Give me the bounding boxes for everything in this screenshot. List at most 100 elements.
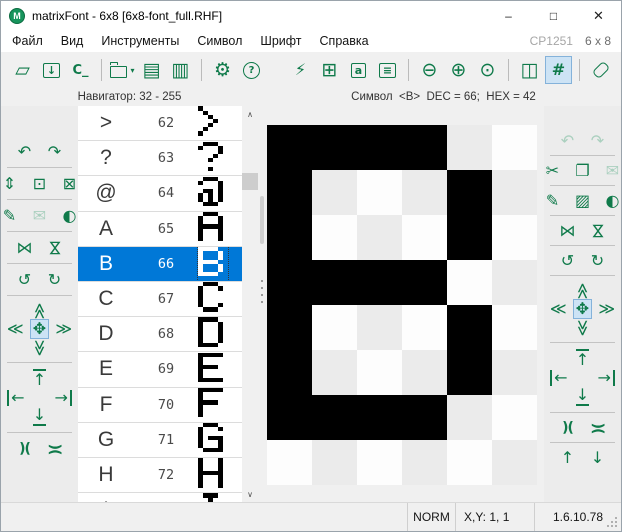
zoom-in-button[interactable]: ⊕: [446, 57, 471, 83]
pixel-cell[interactable]: [447, 170, 492, 215]
pixel-cell[interactable]: [357, 395, 402, 440]
pixel-cell[interactable]: [492, 350, 537, 395]
glyph-flip-vertical-button[interactable]: ⋈: [589, 222, 606, 239]
glyph-invert-button[interactable]: ◐: [604, 192, 621, 209]
glyph-shift-right-button[interactable]: ≫: [598, 301, 615, 318]
pixel-cell[interactable]: [492, 395, 537, 440]
rotate-cw-button[interactable]: ↻: [46, 271, 63, 288]
scrollbar-track[interactable]: [242, 122, 258, 486]
pixel-cell[interactable]: [447, 350, 492, 395]
pixel-cell[interactable]: [312, 395, 357, 440]
center-horizontal-button[interactable]: )(: [16, 440, 33, 457]
pixel-cell[interactable]: [312, 440, 357, 485]
actions-button[interactable]: ⚡: [288, 57, 313, 83]
pixel-cell[interactable]: [357, 170, 402, 215]
glyph-row-71[interactable]: G71: [78, 423, 242, 458]
pixel-cell[interactable]: [447, 440, 492, 485]
glyph-map-button[interactable]: ⊞: [317, 57, 342, 83]
menu-item-3[interactable]: Символ: [188, 34, 251, 48]
menu-item-0[interactable]: Файл: [1, 34, 52, 48]
pixel-cell[interactable]: [357, 125, 402, 170]
glyph-rotate-ccw-button[interactable]: ↺: [559, 252, 576, 269]
open-font-button[interactable]: ▾: [110, 57, 135, 83]
pixel-cell[interactable]: [267, 305, 312, 350]
splitter-grip[interactable]: [260, 196, 264, 244]
undo-button[interactable]: ↶: [16, 143, 33, 160]
glyph-row-65[interactable]: A65: [78, 212, 242, 247]
flip-horizontal-button[interactable]: ⋈: [16, 239, 33, 256]
import-font-button[interactable]: ↓: [39, 57, 64, 83]
pixel-cell[interactable]: [357, 350, 402, 395]
pixel-cell[interactable]: [312, 260, 357, 305]
crop-button[interactable]: ⊡: [31, 175, 48, 192]
import-image-button[interactable]: ▨: [574, 192, 591, 209]
pixel-cell[interactable]: [357, 260, 402, 305]
glyph-row-72[interactable]: H72: [78, 458, 242, 493]
pixel-cell[interactable]: [402, 305, 447, 350]
glyph-shift-left-button[interactable]: ≪: [550, 301, 567, 318]
pixel-cell[interactable]: [492, 260, 537, 305]
pixel-cell[interactable]: [312, 305, 357, 350]
glyph-align-right-button[interactable]: →: [598, 369, 615, 386]
scroll-up-button[interactable]: ∧: [242, 106, 258, 122]
settings-button[interactable]: ⚙: [210, 57, 235, 83]
glyph-brush-button[interactable]: ✎: [544, 192, 561, 209]
glyph-center-vertical-button[interactable]: )(: [589, 419, 606, 436]
glyph-flip-horizontal-button[interactable]: ⋈: [559, 222, 576, 239]
pixel-cell[interactable]: [447, 395, 492, 440]
glyph-row-69[interactable]: E69: [78, 352, 242, 387]
pixel-cell[interactable]: [492, 170, 537, 215]
pixel-cell[interactable]: [267, 350, 312, 395]
glyph-row-62[interactable]: >62: [78, 106, 242, 141]
zoom-out-button[interactable]: ⊖: [417, 57, 442, 83]
menu-item-4[interactable]: Шрифт: [251, 34, 310, 48]
pixel-cell[interactable]: [402, 125, 447, 170]
align-right-button[interactable]: →: [55, 389, 72, 406]
glyph-row-73[interactable]: I73: [78, 493, 242, 502]
menu-item-1[interactable]: Вид: [52, 34, 93, 48]
pixel-cell[interactable]: [402, 215, 447, 260]
pixel-cell[interactable]: [267, 260, 312, 305]
save-font-as-button[interactable]: ▥: [168, 57, 193, 83]
glyph-undo-button[interactable]: ↶: [559, 132, 576, 149]
panel-splitter[interactable]: [258, 106, 266, 502]
glyph-row-70[interactable]: F70: [78, 388, 242, 423]
glyph-move-mode-button[interactable]: ✥: [574, 300, 591, 318]
pixel-cell[interactable]: [402, 170, 447, 215]
shift-up-button[interactable]: ≪: [31, 302, 48, 319]
glyph-rotate-cw-button[interactable]: ↻: [589, 252, 606, 269]
char-code-button[interactable]: a: [346, 57, 371, 83]
glyph-row-63[interactable]: ?63: [78, 141, 242, 176]
cut-button[interactable]: ✂: [544, 162, 561, 179]
scrollbar-thumb[interactable]: [242, 173, 258, 190]
help-button[interactable]: ?: [239, 57, 264, 83]
copy-button[interactable]: ❐: [574, 162, 591, 179]
glyph-center-horizontal-button[interactable]: )(: [559, 419, 576, 436]
shift-right-button[interactable]: ≫: [55, 321, 72, 338]
glyph-row-66[interactable]: B66: [78, 247, 242, 282]
invert-button[interactable]: ◐: [61, 207, 78, 224]
new-font-button[interactable]: ▱: [10, 57, 35, 83]
center-vertical-button[interactable]: )(: [46, 440, 63, 457]
redo-button[interactable]: ↷: [46, 143, 63, 160]
pixel-cell[interactable]: [447, 125, 492, 170]
brush-button[interactable]: ✎: [1, 207, 18, 224]
pixel-cell[interactable]: [492, 215, 537, 260]
shift-down-button[interactable]: ≫: [31, 339, 48, 356]
shift-left-button[interactable]: ≪: [7, 321, 24, 338]
pixel-cell[interactable]: [402, 260, 447, 305]
glyph-align-top-button[interactable]: ↑: [574, 349, 591, 368]
char-list-button[interactable]: ≡: [375, 57, 400, 83]
attach-button[interactable]: [588, 57, 613, 83]
glyph-shift-down-button[interactable]: ≫: [574, 319, 591, 336]
pixel-cell[interactable]: [357, 305, 402, 350]
align-left-button[interactable]: ←: [7, 389, 24, 406]
glyph-row-68[interactable]: D68: [78, 317, 242, 352]
pixel-cell[interactable]: [447, 305, 492, 350]
resize-grip[interactable]: [615, 525, 617, 527]
paste-mail-button[interactable]: ✉: [31, 207, 48, 224]
prev-char-button[interactable]: ↑: [559, 449, 576, 466]
glyph-row-64[interactable]: @64: [78, 176, 242, 211]
pixel-cell[interactable]: [312, 350, 357, 395]
pixel-cell[interactable]: [447, 260, 492, 305]
